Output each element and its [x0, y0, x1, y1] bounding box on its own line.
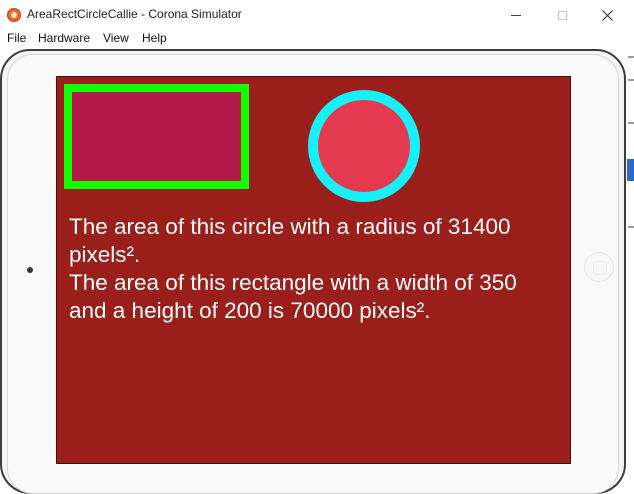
minimize-button[interactable] [493, 0, 539, 30]
camera-icon [27, 267, 33, 273]
green-bordered-rectangle [64, 84, 249, 189]
window-title: AreaRectCircleCallie - Corona Simulator [27, 7, 242, 21]
home-button-icon[interactable] [584, 252, 614, 282]
rectangle-area-text: The area of this rectangle with a width … [69, 270, 517, 323]
maximize-icon [557, 10, 567, 20]
menu-hardware[interactable]: Hardware [38, 30, 90, 46]
maximize-button[interactable] [539, 0, 585, 30]
menu-file[interactable]: File [7, 30, 26, 46]
cyan-bordered-circle [308, 90, 420, 202]
menu-view[interactable]: View [103, 30, 129, 46]
menu-bar: File Hardware View Help [0, 30, 634, 46]
title-bar: AreaRectCircleCallie - Corona Simulator [0, 0, 634, 30]
close-icon [601, 9, 613, 21]
minimize-icon [511, 14, 521, 16]
app-screen[interactable]: The area of this circle with a radius of… [56, 76, 571, 464]
close-button[interactable] [584, 0, 630, 30]
background-mark [628, 56, 634, 58]
area-message: The area of this circle with a radius of… [69, 213, 539, 325]
corona-app-icon [7, 8, 21, 22]
background-mark [628, 226, 634, 228]
background-mark [628, 79, 634, 81]
background-window-edge [627, 46, 634, 488]
menu-help[interactable]: Help [142, 30, 167, 46]
background-blue-tab [627, 159, 634, 181]
background-mark [628, 122, 634, 124]
circle-area-text: The area of this circle with a radius of… [69, 214, 511, 267]
simulator-area: The area of this circle with a radius of… [0, 46, 634, 494]
